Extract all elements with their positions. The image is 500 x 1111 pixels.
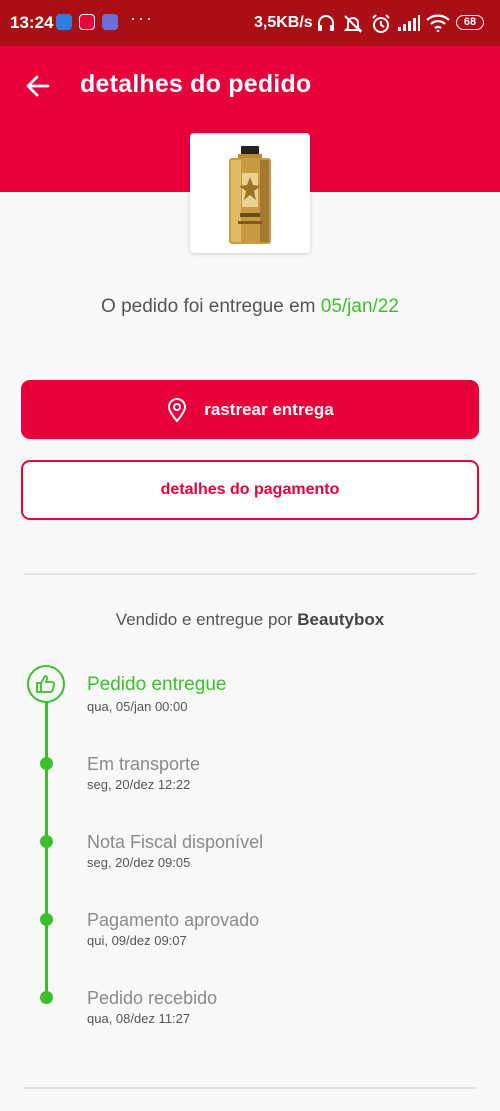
timeline-step-title: Nota Fiscal disponível: [87, 832, 264, 852]
network-speed: 3,5KB/s: [254, 14, 313, 31]
timeline-line: [45, 700, 48, 998]
signal-icon: [398, 15, 420, 31]
mustache-app-icon: [79, 14, 95, 30]
delivery-status-message: O pedido foi entregue em 05/jan/22: [0, 296, 500, 318]
divider: [24, 573, 476, 575]
alarm-icon: [372, 14, 390, 33]
headphones-icon: [318, 15, 334, 31]
timeline-current-step-marker: [27, 665, 65, 703]
timeline-step-dot: [40, 991, 53, 1004]
messages-app-icon: [56, 14, 72, 30]
timeline-step-title: Pagamento aprovado: [87, 910, 260, 930]
perfume-bottle-image: [229, 146, 271, 244]
status-time: 13:24: [10, 13, 54, 32]
timeline-step-date: seg, 20/dez 09:05: [87, 855, 191, 870]
timeline-step-title: Pedido entregue: [87, 674, 227, 695]
timeline-step-dot: [40, 757, 53, 770]
battery-indicator: 68: [456, 15, 484, 30]
timeline-step-title: Em transporte: [87, 754, 201, 774]
seller-info: Vendido e entregue por Beautybox: [0, 610, 500, 630]
timeline-step-date: qui, 09/dez 09:07: [87, 933, 187, 948]
seller-name: Beautybox: [297, 610, 385, 629]
wifi-icon: [426, 14, 450, 32]
seller-prefix: Vendido e entregue por: [115, 610, 298, 629]
divider: [24, 1087, 476, 1089]
circle-app-icon: [102, 14, 118, 30]
more-notifications-icon: ···: [130, 8, 154, 28]
payment-details-label: detalhes do pagamento: [160, 481, 340, 498]
timeline-step-dot: [40, 835, 53, 848]
payment-details-button[interactable]: detalhes do pagamento: [21, 460, 479, 520]
status-bar: 13:24 ··· 3,5KB/s 68: [0, 0, 500, 46]
timeline-step-date: seg, 20/dez 12:22: [87, 777, 191, 792]
timeline-step-dot: [40, 913, 53, 926]
product-image[interactable]: [190, 133, 310, 253]
delivery-status-prefix: O pedido foi entregue em: [101, 296, 321, 317]
delivery-date: 05/jan/22: [320, 296, 399, 317]
back-button[interactable]: [22, 70, 54, 102]
muted-bell-icon: [343, 15, 363, 33]
track-delivery-button[interactable]: rastrear entrega: [21, 380, 479, 439]
track-delivery-label: rastrear entrega: [204, 399, 334, 419]
timeline-step-title: Pedido recebido: [87, 988, 218, 1008]
location-pin-icon: [168, 397, 187, 423]
timeline-step-date: qua, 05/jan 00:00: [87, 699, 188, 714]
page-title: detalhes do pedido: [80, 70, 312, 98]
arrow-left-icon: [26, 75, 50, 97]
thumbs-up-icon: [36, 675, 56, 693]
timeline-step-date: qua, 08/dez 11:27: [87, 1011, 191, 1026]
